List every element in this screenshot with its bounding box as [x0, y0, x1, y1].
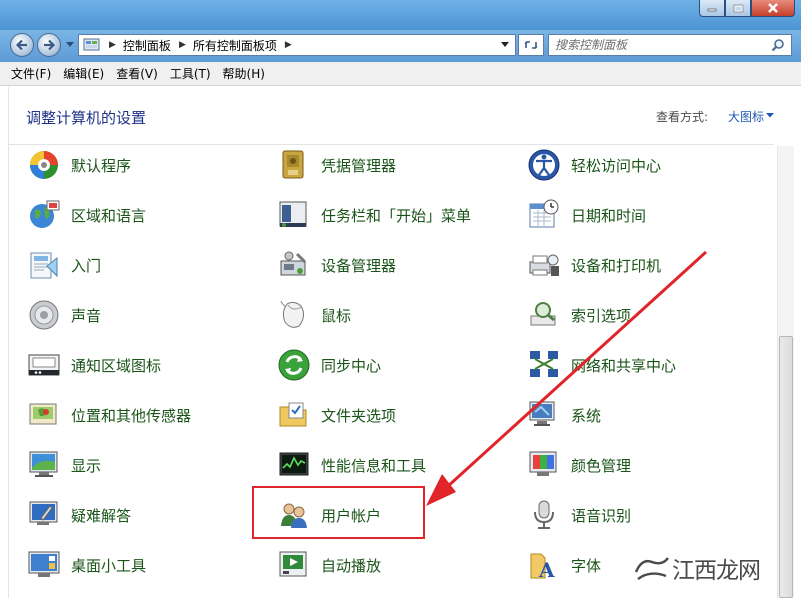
- watermark-text: 江西龙网: [672, 558, 761, 584]
- annotation-highlight-box: [252, 486, 425, 539]
- watermark: 江西龙网: [632, 550, 767, 586]
- watermark-logo-icon: [634, 557, 669, 580]
- control-panel-window: ▶ 控制面板 ▶ 所有控制面板项 ▶ 文件(F) 编辑(E) 查看(V) 工具(…: [0, 0, 801, 598]
